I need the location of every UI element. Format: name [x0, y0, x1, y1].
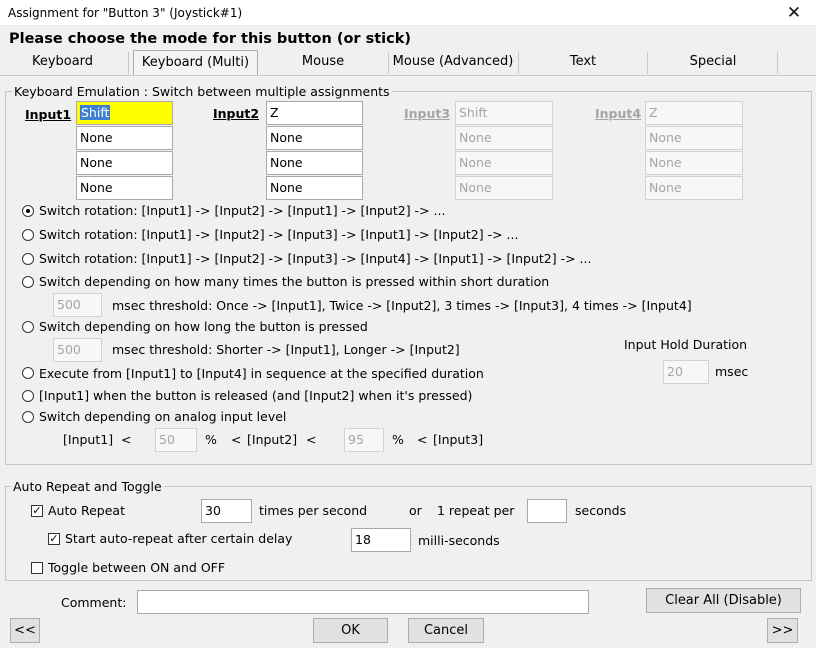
comment-label: Comment: — [61, 595, 127, 610]
tab-strip-baseline — [0, 75, 816, 76]
mode-label-sequence: Execute from [Input1] to [Input4] in seq… — [39, 366, 484, 381]
clear-all-button[interactable]: Clear All (Disable) — [646, 588, 801, 613]
start-delay-label: Start auto-repeat after certain delay — [65, 531, 293, 546]
press-length-threshold-text: msec threshold: Shorter -> [Input1], Lon… — [112, 342, 460, 357]
mode-radio-rotation-2[interactable] — [22, 205, 34, 217]
input4-key-1: Z — [645, 101, 743, 125]
input1-key-3[interactable]: None — [76, 151, 173, 175]
input2-key-2[interactable]: None — [266, 126, 363, 150]
mode-radio-rotation-4[interactable] — [22, 253, 34, 265]
mode-radio-sequence[interactable] — [22, 367, 34, 379]
input2-label: Input2 — [213, 106, 260, 121]
input4-key-3: None — [645, 151, 743, 175]
auto-repeat-legend: Auto Repeat and Toggle — [11, 479, 164, 494]
input1-key-1[interactable]: Shift — [76, 101, 173, 125]
input2-key-4[interactable]: None — [266, 176, 363, 200]
mode-label-release-press: [Input1] when the button is released (an… — [39, 388, 473, 403]
input3-key-2: None — [455, 126, 553, 150]
previous-button[interactable]: << — [10, 618, 40, 643]
tab-separator — [128, 52, 129, 74]
analog-threshold-2-input: 95 — [344, 428, 384, 452]
mode-label-press-count: Switch depending on how many times the b… — [39, 274, 550, 289]
analog-less-than: < — [306, 432, 317, 447]
times-per-second-label: times per second — [259, 503, 368, 518]
mode-radio-rotation-3[interactable] — [22, 229, 34, 241]
tab-separator — [777, 52, 778, 74]
analog-less-than: < — [231, 432, 242, 447]
cancel-button[interactable]: Cancel — [408, 618, 484, 643]
hold-duration-unit: msec — [715, 364, 749, 379]
input2-key-3[interactable]: None — [266, 151, 363, 175]
mode-radio-analog[interactable] — [22, 411, 34, 423]
delay-ms-unit: milli-seconds — [418, 533, 500, 548]
toggle-label: Toggle between ON and OFF — [48, 560, 226, 575]
input3-label: Input3 — [404, 106, 451, 121]
mode-label-rotation-3: Switch rotation: [Input1] -> [Input2] ->… — [39, 227, 519, 242]
close-icon[interactable]: ✕ — [772, 0, 816, 26]
tab-separator — [518, 52, 519, 74]
toggle-checkbox[interactable] — [31, 562, 43, 574]
analog-less-than: < — [417, 432, 428, 447]
tab-text[interactable]: Text — [518, 50, 648, 75]
hold-duration-label: Input Hold Duration — [624, 337, 748, 352]
delay-ms-input[interactable]: 18 — [351, 528, 411, 552]
analog-percent-2: % — [392, 432, 404, 447]
analog-input2-label: [Input2] — [247, 432, 298, 447]
press-count-threshold-input: 500 — [53, 293, 102, 317]
mode-radio-press-length[interactable] — [22, 321, 34, 333]
tab-keyboard-multi[interactable]: Keyboard (Multi) — [133, 50, 258, 75]
auto-repeat-checkbox[interactable]: ✓ — [31, 505, 43, 517]
page-heading: Please choose the mode for this button (… — [9, 31, 412, 47]
input2-key-1[interactable]: Z — [266, 101, 363, 125]
input1-key-2[interactable]: None — [76, 126, 173, 150]
mode-label-press-length: Switch depending on how long the button … — [39, 319, 368, 334]
analog-percent-1: % — [205, 432, 217, 447]
tab-separator — [647, 52, 648, 74]
comment-input[interactable] — [137, 590, 589, 614]
input3-key-1: Shift — [455, 101, 553, 125]
tab-special[interactable]: Special — [648, 50, 778, 75]
analog-threshold-1-input: 50 — [155, 428, 197, 452]
input4-key-4: None — [645, 176, 743, 200]
analog-input3-label: [Input3] — [433, 432, 484, 447]
input4-label: Input4 — [595, 106, 642, 121]
tab-mouse[interactable]: Mouse — [258, 50, 388, 75]
mode-label-analog: Switch depending on analog input level — [39, 409, 287, 424]
input1-label: Input1 — [25, 107, 72, 122]
tab-keyboard[interactable]: Keyboard — [0, 50, 125, 75]
analog-less-than: < — [121, 432, 132, 447]
times-per-second-input[interactable]: 30 — [201, 499, 252, 523]
tab-separator — [388, 52, 389, 74]
next-button[interactable]: >> — [767, 618, 798, 643]
mode-label-rotation-4: Switch rotation: [Input1] -> [Input2] ->… — [39, 251, 592, 266]
input1-key-4[interactable]: None — [76, 176, 173, 200]
title-bar: Assignment for "Button 3" (Joystick#1) ✕ — [0, 0, 816, 26]
input4-key-2: None — [645, 126, 743, 150]
mode-radio-press-count[interactable] — [22, 276, 34, 288]
mode-label-rotation-2: Switch rotation: [Input1] -> [Input2] ->… — [39, 203, 446, 218]
analog-input1-label: [Input1] — [63, 432, 114, 447]
input3-key-3: None — [455, 151, 553, 175]
repeat-per-label: 1 repeat per — [437, 503, 515, 518]
start-delay-checkbox[interactable]: ✓ — [48, 533, 60, 545]
press-count-threshold-text: msec threshold: Once -> [Input1], Twice … — [112, 298, 692, 313]
input3-key-4: None — [455, 176, 553, 200]
tab-mouse-advanced[interactable]: Mouse (Advanced) — [388, 50, 518, 75]
mode-radio-release-press[interactable] — [22, 390, 34, 402]
press-length-threshold-input: 500 — [53, 338, 102, 362]
window-title: Assignment for "Button 3" (Joystick#1) — [8, 6, 243, 20]
seconds-label: seconds — [575, 503, 627, 518]
keyboard-emulation-legend: Keyboard Emulation : Switch between mult… — [12, 84, 392, 99]
seconds-input[interactable] — [527, 499, 567, 523]
hold-duration-input: 20 — [663, 360, 709, 384]
or-label: or — [409, 503, 422, 518]
auto-repeat-label: Auto Repeat — [48, 503, 125, 518]
ok-button[interactable]: OK — [313, 618, 388, 643]
